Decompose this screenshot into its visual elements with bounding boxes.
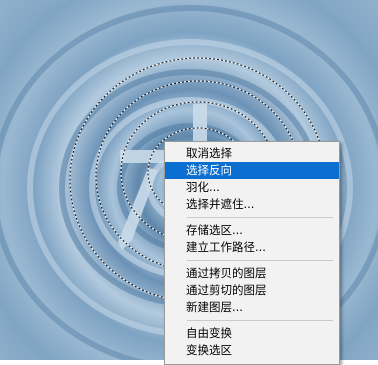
menu-item-select-inverse[interactable]: 选择反向: [165, 162, 339, 179]
menu-item-layer-via-cut[interactable]: 通过剪切的图层: [165, 282, 339, 299]
menu-item-transform-selection[interactable]: 变换选区: [165, 342, 339, 359]
menu-separator: [187, 260, 333, 261]
menu-item-save-selection[interactable]: 存储选区...: [165, 222, 339, 239]
menu-item-feather[interactable]: 羽化...: [165, 179, 339, 196]
menu-item-make-work-path[interactable]: 建立工作路径...: [165, 239, 339, 256]
menu-item-select-and-mask[interactable]: 选择并遮住...: [165, 196, 339, 213]
menu-separator: [187, 217, 333, 218]
menu-item-layer-via-copy[interactable]: 通过拷贝的图层: [165, 265, 339, 282]
menu-item-deselect[interactable]: 取消选择: [165, 145, 339, 162]
menu-separator: [187, 320, 333, 321]
menu-item-free-transform[interactable]: 自由变换: [165, 325, 339, 342]
menu-item-new-layer[interactable]: 新建图层...: [165, 299, 339, 316]
context-menu: 取消选择 选择反向 羽化... 选择并遮住... 存储选区... 建立工作路径.…: [164, 141, 340, 365]
